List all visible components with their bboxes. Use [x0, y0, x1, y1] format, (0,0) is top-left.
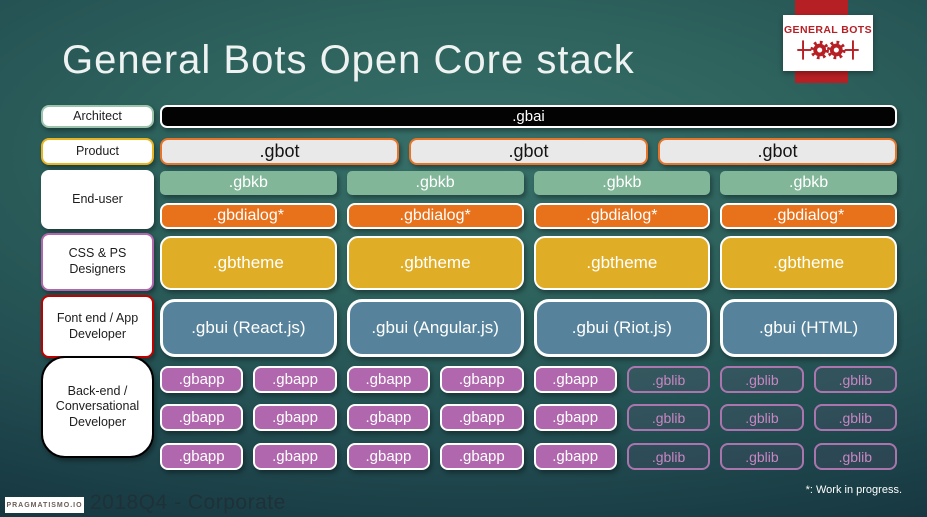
gbtheme-block: .gbtheme	[160, 236, 337, 290]
pragmatismo-badge: PRAGMATISMO.IO	[5, 497, 84, 513]
gbai-row: .gbai	[160, 105, 897, 128]
gblib-block: .gblib	[626, 366, 711, 393]
gbot-block: .gbot	[409, 138, 648, 165]
gbui-block: .gbui (Angular.js)	[346, 299, 524, 357]
gbui-block: .gbui (HTML)	[720, 299, 897, 357]
role-label-css-ps-designers: CSS & PS Designers	[41, 233, 154, 291]
gbtheme-block: .gbtheme	[346, 236, 524, 290]
gbapp-block: .gbapp	[253, 404, 337, 431]
role-label-back-end-conversational-developer: Back-end / Conversational Developer	[41, 356, 154, 458]
slide: General Bots Open Core stack GENERAL BOT…	[0, 0, 927, 517]
gbot-block: .gbot	[658, 138, 897, 165]
gbui-row: .gbui (React.js) .gbui (Angular.js) .gbui …	[160, 299, 897, 357]
gbapp-block: .gbapp	[160, 404, 244, 431]
gblib-block: .gblib	[813, 404, 897, 431]
gblib-block: .gblib	[813, 443, 897, 470]
gbdialog-block: .gbdialog*	[346, 203, 524, 229]
gblib-block: .gblib	[813, 366, 897, 393]
gbtheme-row: .gbtheme .gbtheme .gbtheme .gbtheme	[160, 236, 897, 290]
gbot-row: .gbot .gbot .gbot	[160, 138, 897, 165]
gbot-block: .gbot	[160, 138, 399, 165]
gblib-block: .gblib	[626, 404, 711, 431]
gbapp-block: .gbapp	[440, 366, 524, 393]
gbapp-block: .gbapp	[253, 366, 337, 393]
role-label-end-user: End-user	[41, 170, 154, 229]
backend-row-3: .gbapp .gbapp .gbapp .gbapp .gbapp .gblib .gb…	[160, 443, 897, 470]
gbkb-row: .gbkb .gbkb .gbkb .gbkb	[160, 171, 897, 195]
gbdialog-row: .gbdialog* .gbdialog* .gbdialog* .gbdialog*	[160, 203, 897, 229]
gbui-block: .gbui (Riot.js)	[533, 299, 711, 357]
page-title: General Bots Open Core stack	[62, 38, 635, 82]
gbapp-block: .gbapp	[533, 366, 617, 393]
general-bots-logo: GENERAL BOTS	[783, 15, 873, 71]
gbdialog-block: .gbdialog*	[160, 203, 337, 229]
gbapp-block: .gbapp	[346, 366, 431, 393]
gbapp-block: .gbapp	[346, 443, 431, 470]
gbai-block: .gbai	[160, 105, 897, 128]
gbapp-block: .gbapp	[160, 443, 244, 470]
work-in-progress-note: *: Work in progress.	[805, 484, 902, 496]
gbkb-block: .gbkb	[720, 171, 897, 195]
gears-icon	[797, 39, 859, 60]
gbapp-block: .gbapp	[160, 366, 244, 393]
gbtheme-block: .gbtheme	[720, 236, 897, 290]
footer-caption: 2018Q4 - Corporate	[90, 491, 286, 514]
gblib-block: .gblib	[626, 443, 711, 470]
gblib-block: .gblib	[720, 443, 804, 470]
gbapp-block: .gbapp	[253, 443, 337, 470]
role-label-architect: Architect	[41, 105, 154, 128]
gblib-block: .gblib	[720, 404, 804, 431]
gbdialog-block: .gbdialog*	[533, 203, 711, 229]
gbapp-block: .gbapp	[440, 443, 524, 470]
gbapp-block: .gbapp	[440, 404, 524, 431]
role-label-front-end-app-developer: Font end / App Developer	[41, 295, 154, 358]
backend-row-1: .gbapp .gbapp .gbapp .gbapp .gbapp .gblib .gb…	[160, 366, 897, 393]
gbapp-block: .gbapp	[533, 443, 617, 470]
gbapp-block: .gbapp	[346, 404, 431, 431]
gbkb-block: .gbkb	[160, 171, 337, 195]
gbapp-block: .gbapp	[533, 404, 617, 431]
gbdialog-block: .gbdialog*	[720, 203, 897, 229]
gbkb-block: .gbkb	[533, 171, 711, 195]
gbtheme-block: .gbtheme	[533, 236, 711, 290]
gbui-block: .gbui (React.js)	[160, 299, 337, 357]
role-label-product: Product	[41, 138, 154, 165]
logo-brand-text: GENERAL BOTS	[783, 23, 873, 36]
gblib-block: .gblib	[720, 366, 804, 393]
backend-row-2: .gbapp .gbapp .gbapp .gbapp .gbapp .gblib .gb…	[160, 404, 897, 431]
gbkb-block: .gbkb	[346, 171, 524, 195]
